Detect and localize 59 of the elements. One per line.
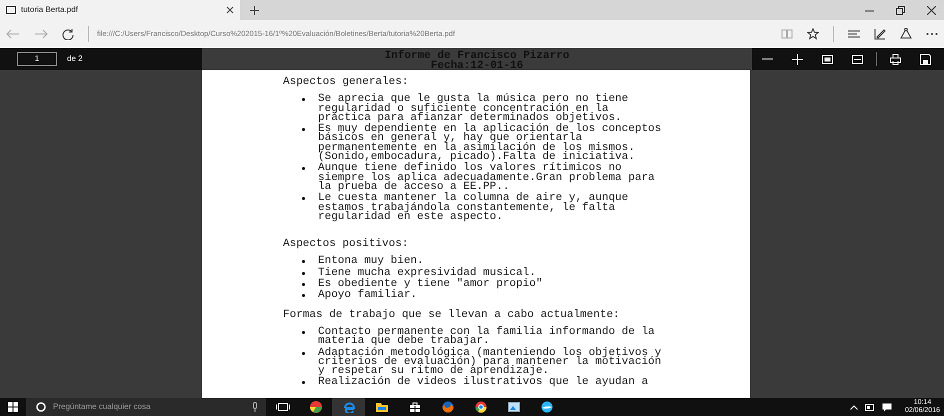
microphone-icon[interactable] [252, 402, 258, 412]
bullet-icon [302, 260, 305, 264]
list-item-text: Realización de videos ilustrativos que le ayudan a [318, 378, 650, 388]
bullet-icon [302, 98, 305, 102]
bullet-icon [302, 128, 305, 132]
list-item-text: Es obediente y tiene "amor propio" [318, 280, 544, 290]
fox-globe-icon[interactable] [440, 401, 454, 413]
list-item-text: Contacto permanente con la familia informando de la materia que debe trabajar. [318, 328, 656, 347]
zoom-in-icon[interactable] [792, 54, 803, 64]
list-item-text: Se aprecia que le gusta la música pero no tiene regularidad o suficiente concentración en la práctica para afianzar determinados objetivos. [318, 95, 628, 124]
windows-logo-icon[interactable] [8, 402, 18, 412]
picture-viewer-icon[interactable] [506, 401, 520, 413]
tab-title: tutoria Berta.pdf [21, 4, 79, 16]
list-item-text: Es muy dependiente en la aplicación de los conceptos básicos en general y, hay que orientarla permanentemente en la asimilación de los mismos. (Sonido,embocadura, picado).Falta de iniciativa. [318, 125, 662, 162]
task-view-icon[interactable] [276, 401, 290, 413]
more-icon[interactable] [926, 32, 938, 36]
section-heading: Aspectos positivos: [283, 240, 410, 250]
bullet-icon [302, 197, 305, 200]
list-item-text: Tiene mucha expresividad musical. [318, 268, 536, 278]
folder-icon[interactable] [374, 401, 388, 413]
section-heading: Formas de trabajo que se llevan a cabo actualmente: [283, 310, 621, 320]
page-number-field[interactable]: 1 [17, 52, 57, 66]
tab-page-icon [6, 6, 16, 14]
bullet-icon [302, 167, 305, 170]
refresh-icon[interactable] [62, 28, 74, 40]
new-tab-icon[interactable] [250, 6, 259, 14]
list-item-text: Le cuesta mantener la columna de aire y, aunque estamos trabajándola constantemente, le falta regularidad en este aspecto. [318, 194, 630, 222]
bullet-icon [302, 330, 305, 334]
bullet-icon [302, 352, 305, 355]
section-heading: Aspectos generales: [283, 78, 410, 88]
save-icon[interactable] [920, 54, 931, 64]
notification-icon[interactable] [882, 402, 892, 412]
list-item-text: Aunque tiene definido los valores rítimicos no siempre los aplica adecuadamente.Gran problema para la prueba de acceso a EE.PP.. [318, 164, 656, 192]
layout-icon[interactable] [852, 54, 863, 64]
hub-icon[interactable] [848, 29, 860, 39]
colorful-circle-icon[interactable] [308, 401, 322, 413]
list-item-text: Entona muy bien. [318, 257, 424, 267]
page-count: de 2 [67, 53, 83, 65]
print-icon[interactable] [890, 54, 901, 64]
list-item-text: Apoyo familiar. [318, 291, 418, 301]
search-icon [36, 402, 46, 412]
bullet-icon [302, 294, 305, 298]
close-icon[interactable] [927, 6, 936, 14]
close-icon[interactable] [226, 6, 234, 14]
browser-tab[interactable]: tutoria Berta.pdf [0, 0, 240, 20]
pen-icon[interactable] [874, 28, 886, 40]
restore-icon[interactable] [896, 6, 905, 14]
browser-e-icon[interactable] [342, 401, 356, 413]
fit-page-icon[interactable] [822, 54, 833, 64]
bullet-icon [302, 283, 305, 286]
bullet-icon [302, 381, 305, 384]
chrome-circle-icon[interactable] [474, 401, 488, 413]
bird-circle-icon[interactable] [540, 401, 554, 413]
chevron-up-icon[interactable] [850, 404, 858, 410]
search-placeholder: Pregúntame cualquier cosa [53, 401, 152, 413]
search-box[interactable]: Pregúntame cualquier cosa [26, 398, 266, 416]
bullet-icon [302, 272, 305, 275]
list-item-text: Adaptación metodológica (manteniendo los objetivos y criterios de evaluación) para mantener la motivación y respetar su ritmo de aprendizaje. [318, 348, 662, 376]
star-icon[interactable] [807, 28, 819, 40]
